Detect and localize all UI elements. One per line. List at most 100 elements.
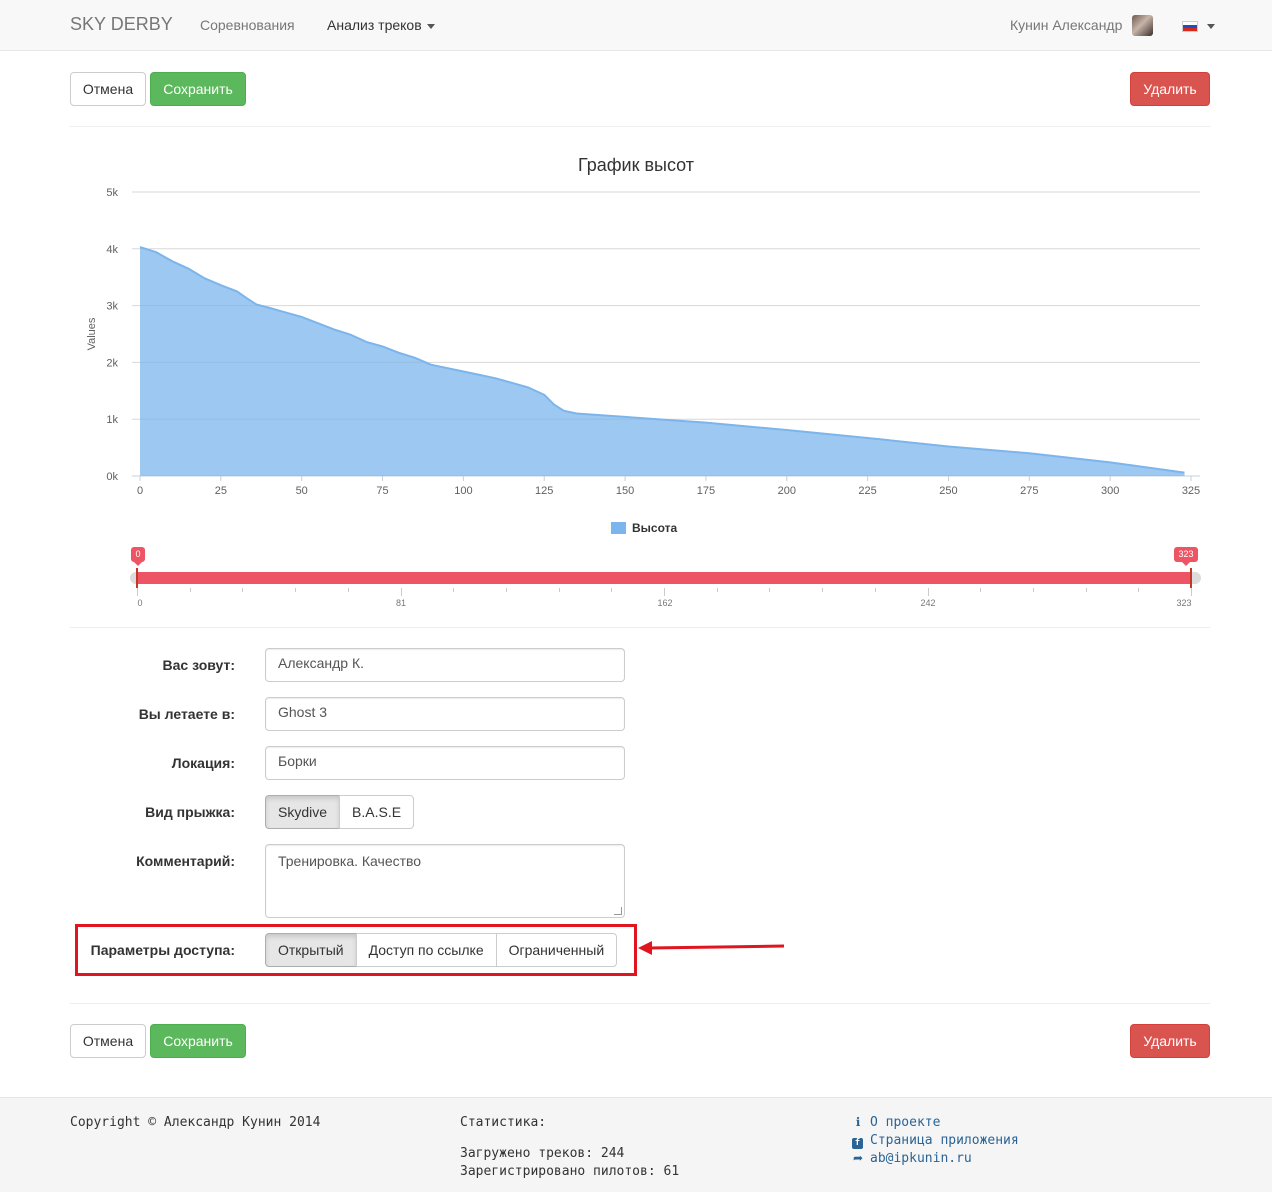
delete-button-top[interactable]: Удалить: [1130, 72, 1210, 106]
x-tick-label: 75: [376, 485, 388, 497]
altitude-chart: 0k 1k 2k 3k 4k 5k Values 0 25 50 75 100 125 150 175 200…: [86, 187, 1200, 535]
slider-tick: [1032, 588, 1034, 592]
x-tick-label: 250: [939, 485, 957, 497]
x-tick-label: 25: [215, 485, 227, 497]
legend-swatch: [611, 522, 626, 534]
language-chevron-down-icon[interactable]: [1207, 24, 1215, 29]
divider: [70, 627, 1210, 628]
slider-tick: [453, 588, 455, 592]
slider-tick-label: 242: [920, 598, 936, 608]
slider-tick: [347, 588, 349, 592]
range-slider-max-handle[interactable]: [1190, 568, 1192, 588]
slider-tick: [242, 588, 244, 592]
x-tick-label: 325: [1182, 485, 1200, 497]
slider-tick: [1085, 588, 1087, 592]
name-label: Вас зовут:: [162, 657, 235, 673]
slider-tick: [769, 588, 771, 592]
footer-link-app-page[interactable]: f Страница приложения: [852, 1133, 1019, 1149]
slider-tick: [137, 588, 138, 596]
range-slider-max-label: 323: [1174, 547, 1198, 566]
facebook-icon: f: [852, 1138, 863, 1149]
slider-tick: [1191, 588, 1192, 596]
cancel-button-top[interactable]: Отмена: [70, 72, 146, 106]
x-tick-label: 225: [858, 485, 876, 497]
slider-tick: [980, 588, 982, 592]
name-field[interactable]: Александр К.: [265, 648, 625, 682]
x-tick-label: 200: [778, 485, 796, 497]
avatar[interactable]: [1132, 15, 1153, 36]
footer-link-about[interactable]: ℹ О проекте: [852, 1115, 941, 1130]
x-tick-label: 100: [454, 485, 472, 497]
x-tick-label: 300: [1101, 485, 1119, 497]
navbar: SKY DERBY Соревнования Анализ треков Кун…: [0, 0, 1272, 51]
copyright-text: Copyright © Александр Кунин 2014: [70, 1115, 321, 1130]
nav-link-track-analysis[interactable]: Анализ треков: [327, 17, 435, 33]
x-tick-label: 50: [296, 485, 308, 497]
jump-type-label: Вид прыжка:: [145, 804, 235, 820]
pilots-count: Зарегистрировано пилотов: 61: [460, 1164, 680, 1179]
slider-tick: [1138, 588, 1140, 592]
divider: [70, 1003, 1210, 1004]
footer-link-email[interactable]: ➦ ab@ipkunin.ru: [852, 1151, 972, 1166]
y-axis-title: Values: [86, 317, 98, 350]
y-tick-label: 5k: [106, 187, 118, 199]
footer-link-app-page-label[interactable]: Страница приложения: [870, 1133, 1019, 1148]
y-tick-label: 1k: [106, 414, 118, 426]
y-tick-label: 4k: [106, 244, 118, 256]
altitude-area: [140, 247, 1185, 476]
comment-textarea[interactable]: Тренировка. Качество: [265, 844, 625, 918]
suit-field[interactable]: Ghost 3: [265, 697, 625, 731]
annotation-highlight-box: [75, 924, 637, 976]
divider: [70, 126, 1210, 127]
jump-type-base-button[interactable]: B.A.S.E: [339, 795, 415, 829]
annotation-arrow-icon: [638, 941, 785, 955]
slider-tick: [400, 588, 402, 596]
y-tick-label: 2k: [106, 357, 118, 369]
footer-link-about-label[interactable]: О проекте: [870, 1115, 940, 1130]
tracks-count: Загружено треков: 244: [460, 1146, 625, 1161]
range-slider-min-label: 0: [131, 547, 145, 566]
info-icon: ℹ: [855, 1115, 861, 1129]
russia-flag-icon[interactable]: [1182, 21, 1198, 32]
slider-tick-label: 323: [1176, 598, 1192, 608]
comment-text: Тренировка. Качество: [278, 853, 422, 869]
slider-tick: [611, 588, 613, 592]
slider-tick: [716, 588, 718, 592]
slider-tick: [558, 588, 560, 592]
y-tick-label: 3k: [106, 301, 118, 313]
jump-type-toggle: Skydive B.A.S.E: [265, 795, 415, 829]
cancel-button-bottom[interactable]: Отмена: [70, 1024, 146, 1058]
jump-type-skydive-button[interactable]: Skydive: [265, 795, 341, 829]
slider-tick: [295, 588, 297, 592]
save-button-top[interactable]: Сохранить: [150, 72, 246, 106]
x-tick-label: 0: [137, 485, 143, 497]
legend-label: Высота: [632, 521, 677, 535]
slider-tick: [927, 588, 929, 596]
range-slider-selection: [137, 572, 1192, 584]
stats-title: Статистика:: [460, 1115, 547, 1130]
slider-tick: [505, 588, 507, 592]
delete-button-bottom[interactable]: Удалить: [1130, 1024, 1210, 1058]
location-label: Локация:: [171, 755, 235, 771]
chevron-down-icon: [426, 23, 435, 29]
save-button-bottom[interactable]: Сохранить: [150, 1024, 246, 1058]
share-icon: ➦: [852, 1151, 864, 1165]
location-field[interactable]: Борки: [265, 746, 625, 780]
footer-link-email-label[interactable]: ab@ipkunin.ru: [870, 1151, 972, 1166]
footer: Copyright © Александр Кунин 2014 Статист…: [0, 1097, 1272, 1192]
x-tick-label: 150: [616, 485, 634, 497]
slider-tick-label: 0: [137, 598, 143, 608]
nav-link-track-analysis-label: Анализ треков: [327, 17, 422, 33]
suit-label: Вы летаете в:: [138, 706, 235, 722]
nav-link-competitions[interactable]: Соревнования: [200, 17, 295, 33]
slider-tick: [664, 588, 665, 596]
brand-logo[interactable]: SKY DERBY: [70, 14, 173, 35]
range-slider-min-handle[interactable]: [136, 568, 138, 588]
user-menu[interactable]: Кунин Александр: [1010, 17, 1122, 33]
slider-tick-label: 81: [395, 598, 406, 608]
slider-tick: [189, 588, 191, 592]
slider-tick: [822, 588, 824, 592]
slider-tick: [874, 588, 876, 592]
x-tick-label: 175: [697, 485, 715, 497]
resize-handle-icon[interactable]: [614, 907, 622, 915]
